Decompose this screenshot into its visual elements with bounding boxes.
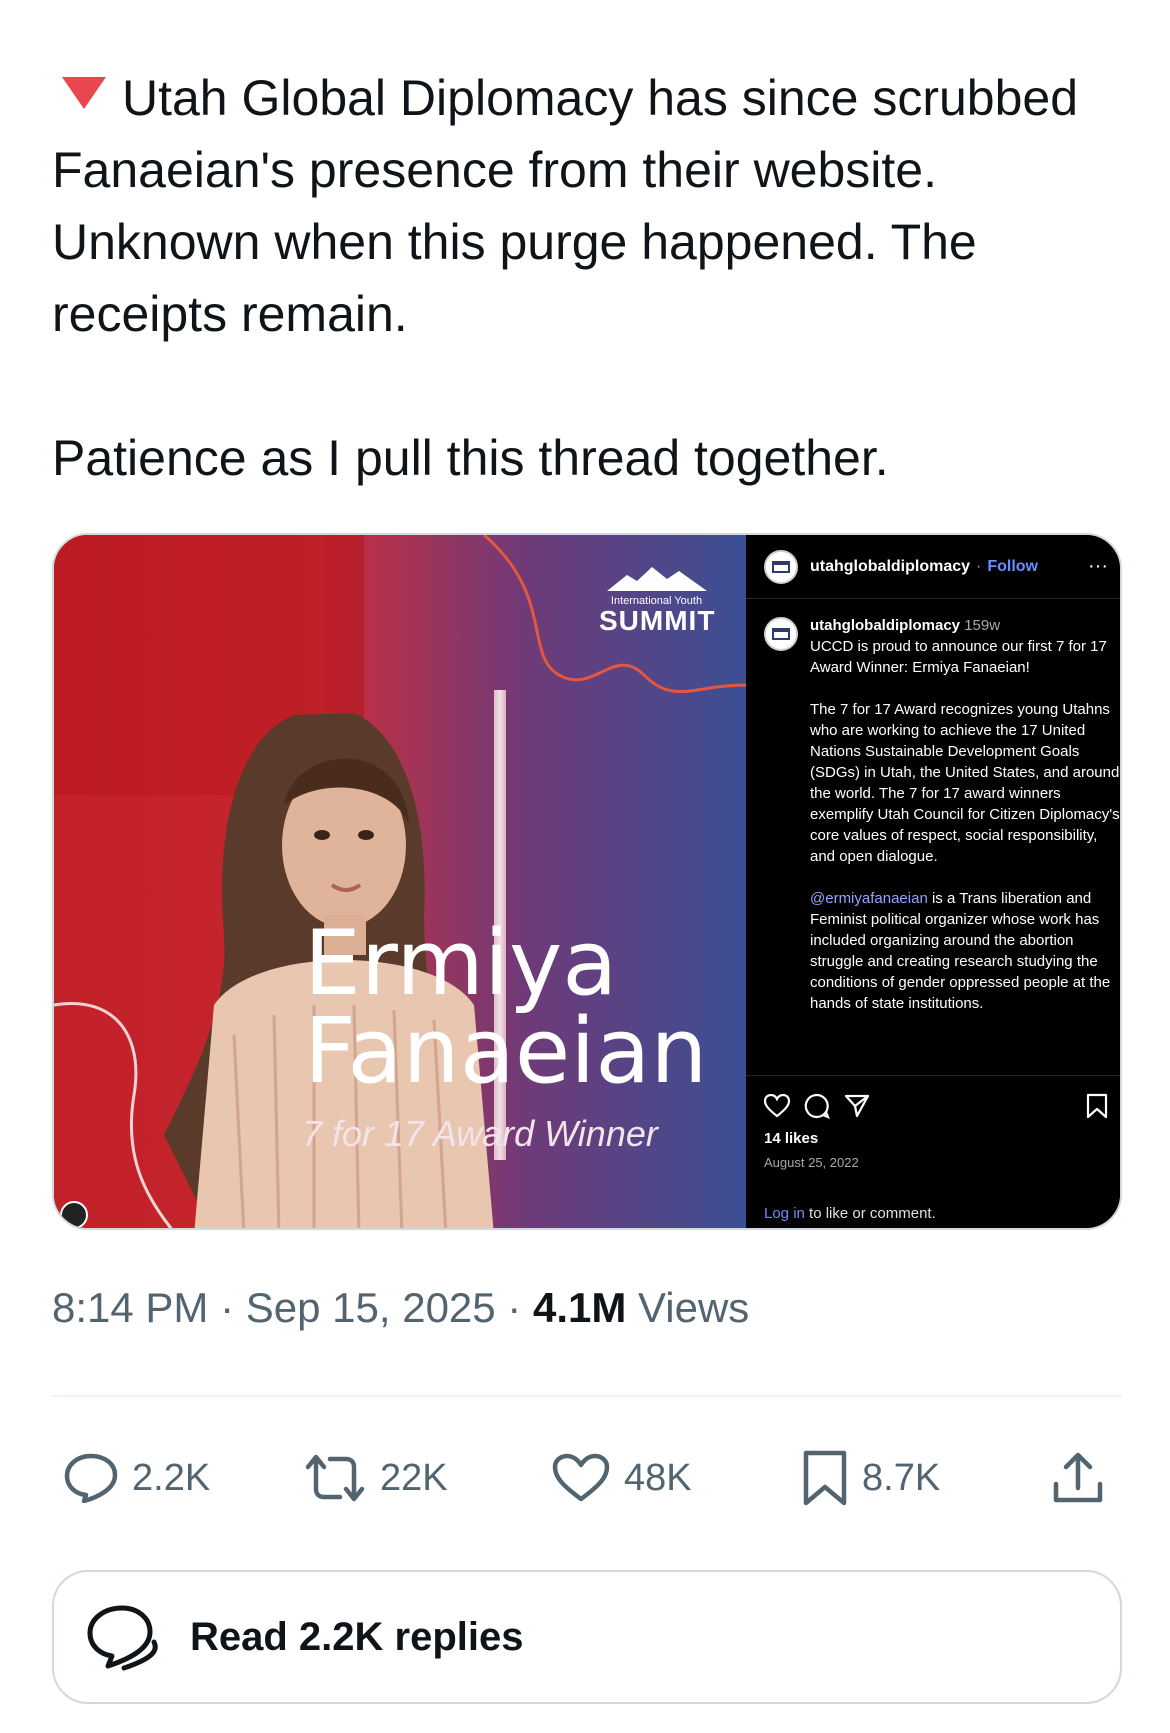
ig-caption-p2: The 7 for 17 Award recognizes young Utah… [810, 701, 1120, 865]
bookmark-icon [803, 1450, 847, 1506]
ig-post-age: 159w [964, 617, 1001, 634]
action-bar: 2.2K 22K 48K 8.7K [52, 1440, 1122, 1516]
ig-caption-username: utahglobaldiplomacy [810, 617, 961, 634]
reply-count: 2.2K [132, 1456, 211, 1499]
views-label: Views [638, 1284, 750, 1331]
ig-username: utahglobaldiplomacy [810, 557, 971, 575]
ig-heart-icon [764, 1094, 790, 1118]
bookmark-button[interactable]: 8.7K [802, 1449, 940, 1507]
tweet-text: Utah Global Diplomacy has since scrubbed… [52, 62, 1132, 494]
poster-name: Ermiya Fanaeian [304, 911, 708, 1104]
ig-caption-block: utahglobaldiplomacy 159w UCCD is proud t… [764, 615, 1120, 1014]
reply-button[interactable]: 2.2K [64, 1453, 210, 1503]
read-replies-button[interactable]: Read 2.2K replies [52, 1570, 1122, 1704]
ig-caption-p1: UCCD is proud to announce our first 7 fo… [810, 638, 1111, 676]
tweet-meta: 8:14 PM · Sep 15, 2025 · 4.1M Views [52, 1284, 750, 1331]
ig-login-prompt: Log in to like or comment. [764, 1205, 936, 1222]
instagram-screenshot: utahglobaldiplomacy · Follow ··· utahglo… [746, 535, 1120, 1228]
repost-count: 22K [380, 1456, 448, 1499]
tweet-paragraph-1: Utah Global Diplomacy has since scrubbed… [52, 62, 1132, 350]
ig-share-icon [844, 1094, 870, 1118]
ig-actions: 14 likes August 25, 2022 [746, 1075, 1120, 1170]
ig-login-link: Log in [764, 1205, 805, 1222]
ig-separator: · [976, 557, 982, 575]
tweet-line-2: Patience as I pull this thread together. [52, 430, 889, 486]
ig-caption-p3: is a Trans liberation and Feminist polit… [810, 890, 1115, 1012]
red-triangle-icon [62, 77, 106, 109]
poster-first-name: Ermiya [304, 911, 618, 1016]
share-button[interactable] [1050, 1450, 1120, 1506]
reply-icon [64, 1453, 118, 1503]
tweet-media[interactable]: International Youth SUMMIT Ermiya Fanaei… [52, 533, 1122, 1230]
heart-icon [552, 1453, 610, 1502]
like-count: 48K [624, 1456, 692, 1499]
views-count[interactable]: 4.1M [533, 1284, 626, 1331]
like-button[interactable]: 48K [552, 1453, 692, 1503]
ig-bookmark-icon [1086, 1093, 1108, 1119]
ig-comment-icon [804, 1093, 830, 1119]
tagged-user-icon[interactable] [60, 1201, 88, 1228]
replies-bubble-icon [87, 1605, 158, 1671]
tweet-line-1: Utah Global Diplomacy has since scrubbed… [52, 70, 1092, 342]
tweet-time[interactable]: 8:14 PM [52, 1284, 208, 1331]
summit-title: SUMMIT [599, 605, 716, 636]
divider [52, 1395, 1122, 1397]
more-icon: ··· [1088, 555, 1108, 577]
tweet-date[interactable]: Sep 15, 2025 [246, 1284, 496, 1331]
poster-award: 7 for 17 Award Winner [302, 1113, 658, 1154]
ig-header: utahglobaldiplomacy · Follow ··· [746, 535, 1120, 599]
ig-date: August 25, 2022 [764, 1155, 859, 1170]
summit-logo: International Youth SUMMIT [599, 565, 714, 635]
mountain-icon [606, 567, 707, 591]
ig-likes: 14 likes [764, 1130, 819, 1147]
bookmark-count: 8.7K [862, 1456, 941, 1499]
repost-icon [305, 1454, 365, 1502]
ig-mention: @ermiyafanaeian [810, 890, 928, 907]
ig-avatar [764, 549, 798, 584]
ig-login-text: to like or comment. [804, 1205, 936, 1222]
share-icon [1053, 1452, 1103, 1503]
repost-button[interactable]: 22K [304, 1453, 448, 1503]
award-poster-image: International Youth SUMMIT Ermiya Fanaei… [54, 535, 746, 1228]
ig-follow-link: Follow [987, 557, 1038, 575]
ig-caption-avatar [764, 617, 798, 651]
ig-caption: utahglobaldiplomacy 159w UCCD is proud t… [810, 615, 1120, 1014]
read-replies-label: Read 2.2K replies [190, 1614, 524, 1659]
poster-last-name: Fanaeian [304, 999, 708, 1104]
